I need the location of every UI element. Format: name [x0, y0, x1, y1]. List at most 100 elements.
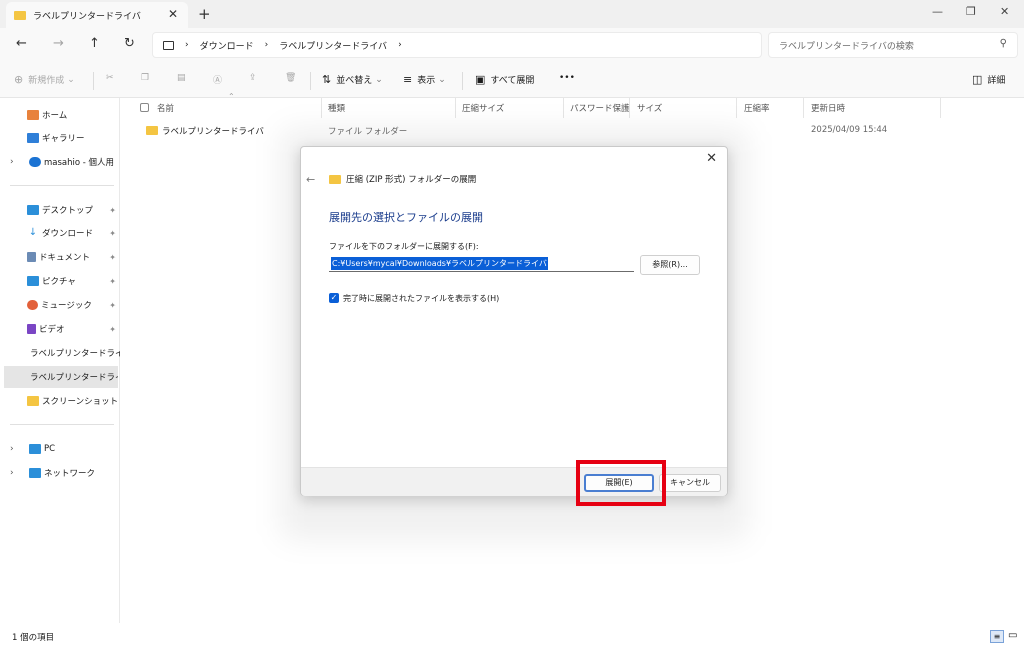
chevron-down-icon: ⌄: [375, 74, 383, 85]
destination-path-field[interactable]: C:¥Users¥mycal¥Downloads¥ラベルプリンタードライバ: [329, 254, 634, 272]
folder-icon: [146, 126, 158, 135]
breadcrumb-label-printer-driver[interactable]: ラベルプリンタードライバ: [279, 39, 387, 52]
pin-icon[interactable]: ✦: [109, 229, 116, 238]
cut-icon[interactable]: ✂: [106, 73, 114, 83]
sidebar-item-onedrive[interactable]: › masahio - 個人用: [0, 151, 120, 173]
minimize-button[interactable]: —: [932, 5, 943, 18]
breadcrumb-downloads[interactable]: ダウンロード: [200, 39, 254, 52]
dialog-caption-text: 圧縮 (ZIP 形式) フォルダーの展開: [346, 175, 477, 185]
network-icon: [29, 468, 41, 478]
search-input[interactable]: ラベルプリンタードライバの検索 ⚲: [768, 32, 1018, 58]
download-icon: ↓: [27, 227, 39, 238]
chevron-right-icon: ›: [185, 40, 189, 50]
copy-icon[interactable]: ❐: [141, 73, 149, 83]
sidebar-item-label: ホーム: [42, 111, 68, 121]
sidebar-item-desktop[interactable]: デスクトップ ✦: [0, 199, 120, 221]
sidebar-item-pc[interactable]: › PC: [0, 438, 120, 460]
sidebar-item-label-printer-driver-selected[interactable]: ラベルプリンタードライバ: [4, 366, 118, 388]
column-password-protected[interactable]: パスワード保護: [570, 102, 630, 114]
item-count: 1 個の項目: [12, 633, 55, 643]
close-window-button[interactable]: ✕: [1000, 5, 1009, 18]
back-arrow-icon[interactable]: ←: [306, 173, 315, 186]
column-type[interactable]: 種類: [328, 102, 345, 114]
sidebar-item-label-printer-driver[interactable]: ラベルプリンタードライバ: [0, 342, 120, 364]
address-bar[interactable]: › ダウンロード › ラベルプリンタードライバ ›: [152, 32, 762, 58]
column-ratio[interactable]: 圧縮率: [744, 102, 770, 114]
divider: [321, 98, 322, 118]
close-icon[interactable]: ✕: [706, 151, 717, 166]
forward-button[interactable]: →: [53, 36, 64, 51]
details-pane-icon: ◫: [972, 73, 983, 86]
sidebar-item-network[interactable]: › ネットワーク: [0, 462, 120, 484]
divider: [803, 98, 804, 118]
more-options-button[interactable]: •••: [559, 73, 575, 83]
rename-icon[interactable]: Ⓐ: [213, 73, 222, 86]
dialog-caption: 圧縮 (ZIP 形式) フォルダーの展開: [329, 173, 476, 185]
dialog-heading: 展開先の選択とファイルの展開: [329, 211, 483, 224]
navigation-pane: ホーム ギャラリー › masahio - 個人用 デスクトップ ✦ ↓ ダウン…: [0, 98, 120, 623]
pc-icon: [29, 444, 41, 454]
chevron-right-icon: ›: [264, 40, 269, 50]
pin-icon[interactable]: ✦: [109, 325, 116, 334]
pin-icon[interactable]: ✦: [109, 206, 116, 215]
divider: [310, 72, 311, 90]
sidebar-item-music[interactable]: ミュージック ✦: [0, 294, 120, 316]
pin-icon[interactable]: ✦: [109, 253, 116, 262]
column-compressed-size[interactable]: 圧縮サイズ: [462, 102, 504, 114]
maximize-button[interactable]: ❐: [966, 5, 976, 18]
refresh-button[interactable]: ↻: [124, 36, 135, 51]
sidebar-item-documents[interactable]: ドキュメント ✦: [0, 246, 120, 268]
new-tab-button[interactable]: +: [198, 5, 211, 23]
tab-close-icon[interactable]: ✕: [168, 7, 178, 21]
pin-icon[interactable]: ✦: [109, 301, 116, 310]
cancel-button[interactable]: キャンセル: [659, 474, 721, 492]
address-row: ← → ↑ ↻ › ダウンロード › ラベルプリンタードライバ › ラベルプリン…: [0, 28, 1024, 62]
search-icon: ⚲: [999, 38, 1007, 49]
details-view-icon[interactable]: ≡: [990, 630, 1004, 643]
up-button[interactable]: ↑: [89, 36, 100, 51]
sort-indicator-icon: ⌃: [228, 92, 235, 101]
select-all-checkbox[interactable]: [140, 103, 149, 112]
back-button[interactable]: ←: [16, 36, 27, 51]
show-files-checkbox[interactable]: ✓: [329, 293, 339, 303]
sort-button[interactable]: ⇅ 並べ替え ⌄: [322, 73, 383, 86]
share-icon[interactable]: ⇪: [249, 73, 257, 83]
column-size[interactable]: サイズ: [637, 102, 662, 114]
tiles-view-icon[interactable]: ▭: [1008, 630, 1017, 641]
chevron-right-icon[interactable]: ›: [10, 157, 14, 167]
gallery-icon: [27, 133, 39, 143]
extract-dialog: ✕ ← 圧縮 (ZIP 形式) フォルダーの展開 展開先の選択とファイルの展開 …: [300, 146, 728, 496]
new-button[interactable]: ⊕ 新規作成 ⌄: [14, 73, 75, 86]
desktop-icon: [27, 205, 39, 215]
destination-path-value: C:¥Users¥mycal¥Downloads¥ラベルプリンタードライバ: [331, 257, 548, 270]
view-icon: ≡: [403, 73, 413, 86]
tab-label-printer-driver[interactable]: ラベルプリンタードライバ ✕: [6, 2, 188, 28]
plus-circle-icon: ⊕: [14, 73, 24, 86]
tab-title: ラベルプリンタードライバ: [33, 11, 141, 22]
new-label: 新規作成: [28, 76, 65, 86]
sidebar-item-screenshots[interactable]: スクリーンショット: [0, 390, 120, 412]
title-bar: ラベルプリンタードライバ ✕ + — ❐ ✕: [0, 0, 1024, 28]
cloud-icon: [29, 157, 41, 167]
sidebar-item-pictures[interactable]: ピクチャ ✦: [0, 270, 120, 292]
chevron-right-icon[interactable]: ›: [10, 444, 14, 454]
column-name[interactable]: 名前: [157, 102, 174, 114]
column-modified[interactable]: 更新日時: [811, 102, 845, 114]
browse-button[interactable]: 参照(R)...: [640, 255, 700, 275]
chevron-right-icon: ›: [398, 40, 402, 50]
paste-icon[interactable]: ▤: [177, 73, 186, 83]
home-icon: [27, 110, 39, 120]
divider: [10, 424, 114, 425]
sidebar-item-home[interactable]: ホーム: [0, 104, 120, 126]
sidebar-item-videos[interactable]: ビデオ ✦: [0, 318, 120, 340]
view-button[interactable]: ≡ 表示 ⌄: [403, 73, 446, 86]
extract-all-button[interactable]: ▣ すべて展開: [475, 73, 534, 86]
sidebar-item-gallery[interactable]: ギャラリー: [0, 127, 120, 149]
folder-icon: [14, 10, 26, 20]
sidebar-item-downloads[interactable]: ↓ ダウンロード ✦: [0, 222, 120, 244]
chevron-down-icon: ⌄: [67, 74, 75, 85]
chevron-right-icon[interactable]: ›: [10, 468, 14, 478]
delete-icon[interactable]: 🗑: [285, 73, 296, 83]
details-button[interactable]: ◫ 詳細: [972, 73, 1005, 86]
pin-icon[interactable]: ✦: [109, 277, 116, 286]
